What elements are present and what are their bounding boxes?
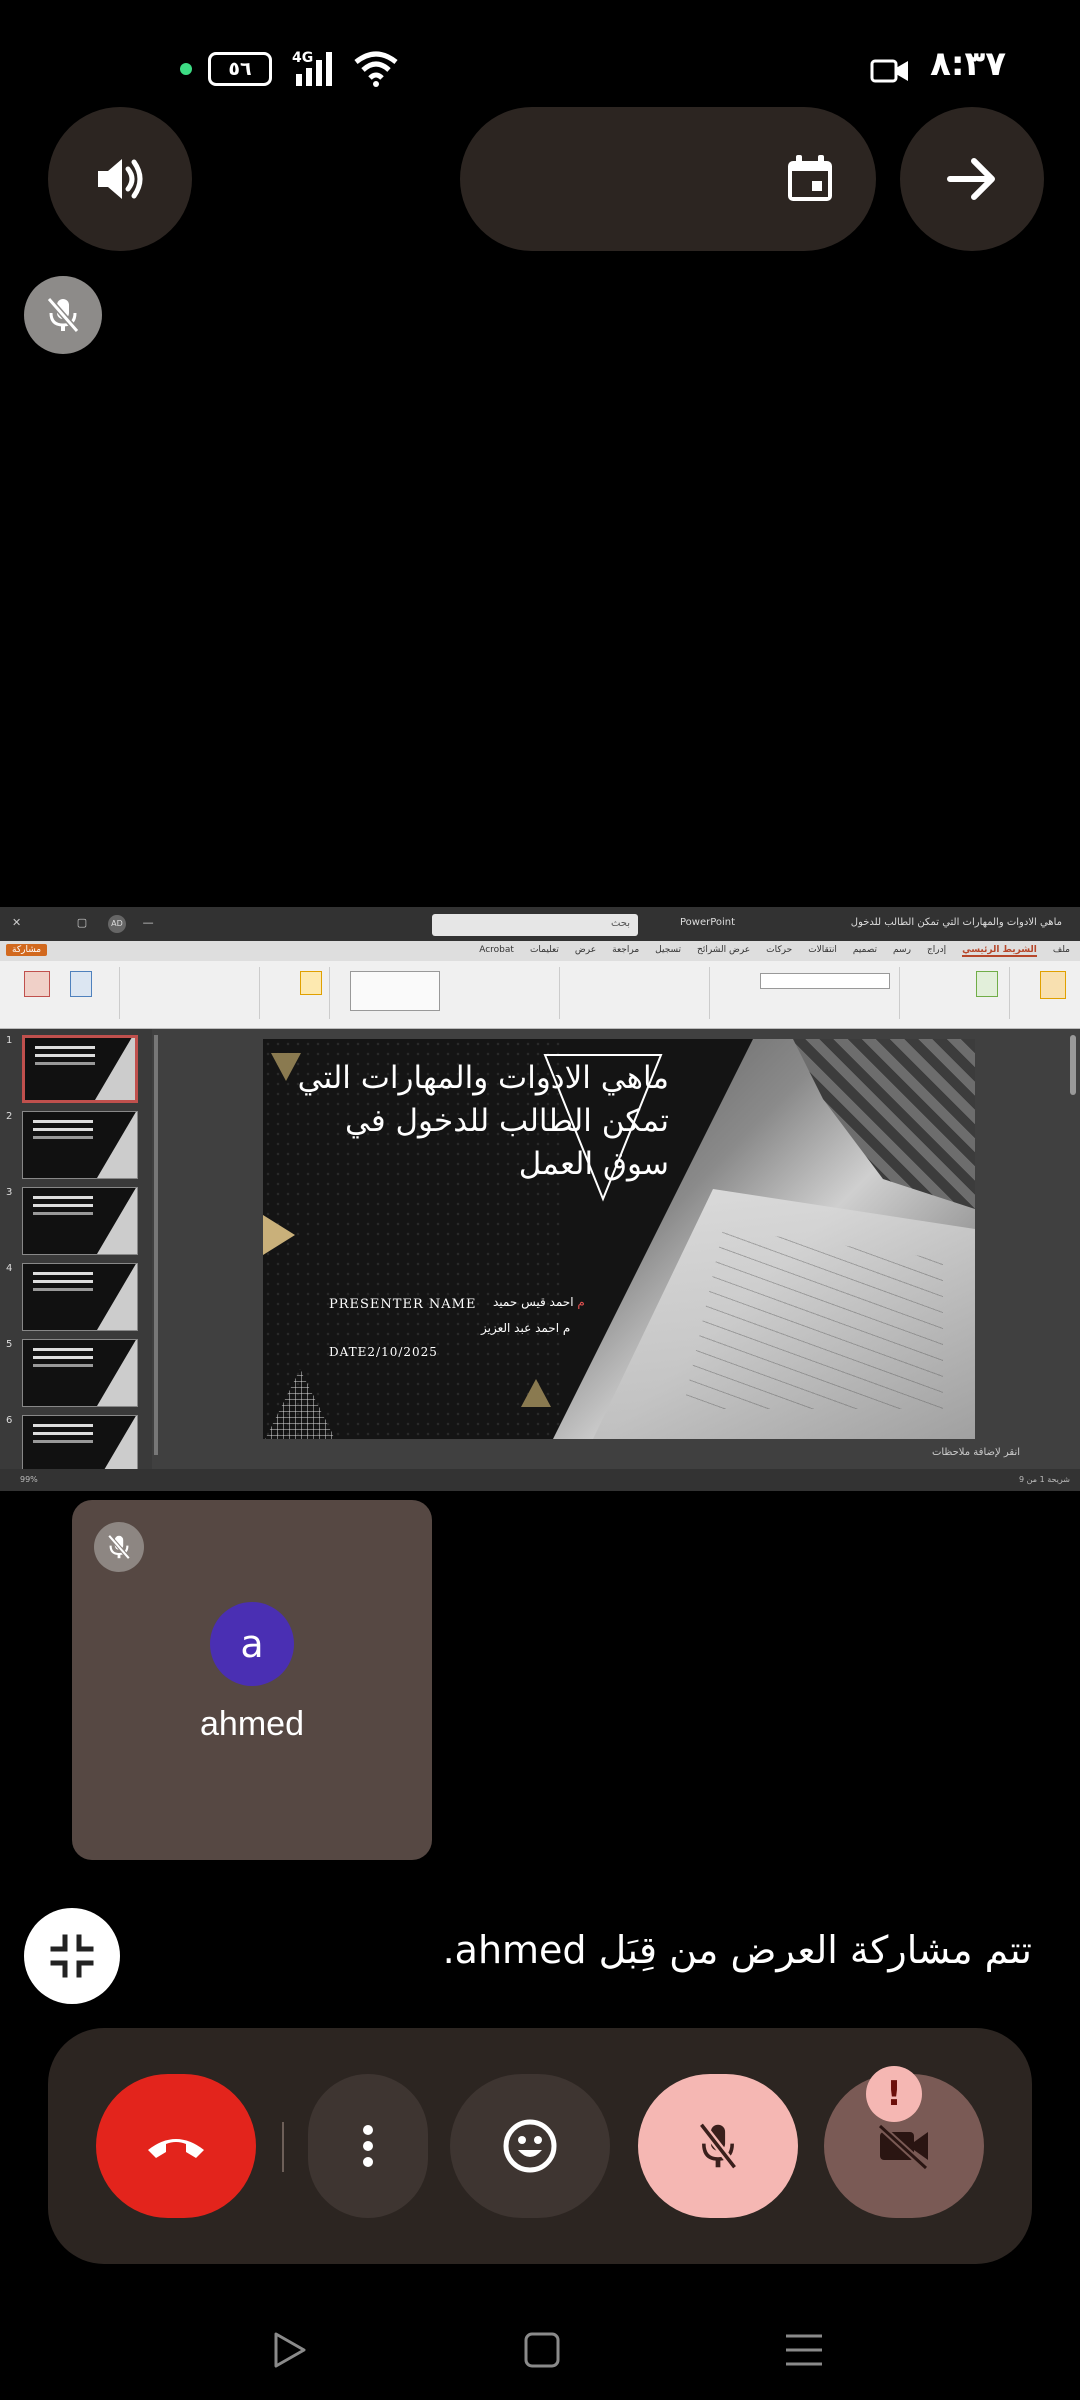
avatar: a: [210, 1602, 294, 1686]
slide-scrollbar[interactable]: [1070, 1035, 1076, 1095]
tab-7[interactable]: عرض الشرائح: [697, 945, 750, 957]
ribbon: [0, 961, 1080, 1029]
phone-hangup-icon: [148, 2139, 204, 2158]
mic-off-icon: [107, 1534, 131, 1560]
current-slide[interactable]: ماهي الادوات والمهارات التي تمكن الطالب …: [263, 1039, 975, 1439]
tab-12[interactable]: Acrobat: [479, 945, 514, 957]
forward-button[interactable]: [900, 107, 1044, 251]
tab-0[interactable]: ملف: [1053, 945, 1070, 957]
tab-10[interactable]: عرض: [575, 945, 596, 957]
microphone-toggle-button[interactable]: [638, 2074, 798, 2218]
home-square-icon[interactable]: [520, 2328, 564, 2372]
mic-off-icon: [698, 2122, 738, 2170]
call-controls: !: [48, 2028, 1032, 2264]
speaker-button[interactable]: [48, 107, 192, 251]
tab-list: ملف الشريط الرئيسي إدراج رسم تصميم انتقالات حر…: [479, 945, 1070, 957]
participant-muted-indicator: [94, 1522, 144, 1572]
slide-thumbnail[interactable]: [22, 1111, 138, 1179]
search-input[interactable]: بحث: [432, 914, 638, 936]
battery-icon: ٥٦: [208, 52, 272, 86]
camera-alert-badge: !: [866, 2066, 922, 2122]
signal-icon: 4G: [292, 50, 332, 86]
stop-share-icon: [50, 1934, 94, 1978]
slide-title: ماهي الادوات والمهارات التي تمكن الطالب …: [297, 1060, 669, 1182]
participant-tile[interactable]: a ahmed: [72, 1500, 432, 1860]
play-icon[interactable]: [266, 2328, 310, 2372]
menu-lines-icon[interactable]: [782, 2328, 826, 2372]
triangle-decoration: [263, 1215, 295, 1255]
slide-number: 2: [6, 1111, 13, 1122]
calendar-pill-button[interactable]: [460, 107, 876, 251]
calendar-icon: [788, 155, 832, 201]
clock: ٨:٣٧: [930, 44, 1006, 84]
slide-thumbnail[interactable]: [22, 1187, 138, 1255]
share-button[interactable]: مشاركة: [6, 944, 48, 956]
emoji-icon: [503, 2119, 557, 2173]
presenter-muted-indicator: [24, 276, 102, 354]
notes-placeholder[interactable]: انقر لإضافة ملاحظات: [932, 1447, 1020, 1458]
zoom-level[interactable]: 99%: [20, 1475, 38, 1484]
tab-1[interactable]: الشريط الرئيسي: [962, 945, 1037, 957]
tab-11[interactable]: تعليمات: [530, 945, 559, 957]
tab-2[interactable]: إدراج: [927, 945, 946, 957]
window-title: ماهي الادوات والمهارات التي تمكن الطالب …: [850, 917, 1062, 928]
presenter-name: م احمد قيس حميد: [493, 1295, 585, 1309]
slide-count: شريحة 1 من 9: [1019, 1475, 1070, 1484]
shared-screen[interactable]: ✕ ▢ — AD بحث PowerPoint ماهي الادوات وال…: [0, 907, 1080, 1491]
svg-text:4G: 4G: [292, 50, 313, 66]
slide-thumbnail[interactable]: [22, 1263, 138, 1331]
slide-number: 4: [6, 1263, 13, 1274]
tab-4[interactable]: تصميم: [853, 945, 877, 957]
triangle-decoration: [521, 1379, 551, 1407]
videocam-off-icon: [877, 2123, 929, 2170]
more-vert-icon: [363, 2125, 373, 2167]
more-options-button[interactable]: [308, 2074, 428, 2218]
ppt-titlebar: ✕ ▢ — AD بحث PowerPoint ماهي الادوات وال…: [0, 907, 1080, 941]
privacy-dot-icon: [180, 63, 192, 75]
sharing-status-text: تتم مشاركة العرض من قِبَل ahmed.: [442, 1928, 1032, 1972]
slide-thumbnail[interactable]: [22, 1035, 138, 1103]
tab-8[interactable]: تسجيل: [655, 945, 681, 957]
thumbnail-scrollbar[interactable]: [154, 1035, 158, 1455]
stop-presenting-button[interactable]: [24, 1908, 120, 2004]
ppt-statusbar: انقر لإضافة ملاحظات شريحة 1 من 9 99%: [0, 1447, 1080, 1491]
mic-off-icon: [46, 297, 80, 333]
arrow-right-icon: [947, 158, 995, 200]
participant-name: ahmed: [200, 1705, 304, 1743]
presentation-date: DATE2/10/2025: [329, 1345, 438, 1359]
camera-icon: [870, 59, 908, 83]
volume-icon: [98, 159, 143, 199]
triangle-decoration: [265, 1369, 335, 1439]
avatar[interactable]: AD: [108, 915, 126, 933]
reactions-button[interactable]: [450, 2074, 610, 2218]
slide-number: 5: [6, 1339, 13, 1350]
ribbon-tabs: مشاركة ملف الشريط الرئيسي إدراج رسم تصميم انت…: [0, 941, 1080, 961]
slide-thumbnails: 1 2 3 4 5 6: [0, 1029, 152, 1483]
system-nav-bar: [0, 2300, 1080, 2400]
slide-number: 6: [6, 1415, 13, 1426]
supervisor-name: م احمد عبد العزيز: [481, 1321, 571, 1335]
app-name: PowerPoint: [680, 917, 736, 928]
tab-5[interactable]: انتقالات: [808, 945, 837, 957]
slide-thumbnail[interactable]: [22, 1339, 138, 1407]
presenter-label: PRESENTER NAME: [329, 1297, 477, 1312]
slide-number: 1: [6, 1035, 13, 1046]
tab-3[interactable]: رسم: [893, 945, 911, 957]
end-call-button[interactable]: [96, 2074, 256, 2218]
slide-number: 3: [6, 1187, 13, 1198]
tab-9[interactable]: مراجعة: [612, 945, 639, 957]
window-controls[interactable]: ✕ ▢ —: [12, 916, 180, 929]
wifi-icon: [354, 51, 398, 87]
tab-6[interactable]: حركات: [766, 945, 792, 957]
